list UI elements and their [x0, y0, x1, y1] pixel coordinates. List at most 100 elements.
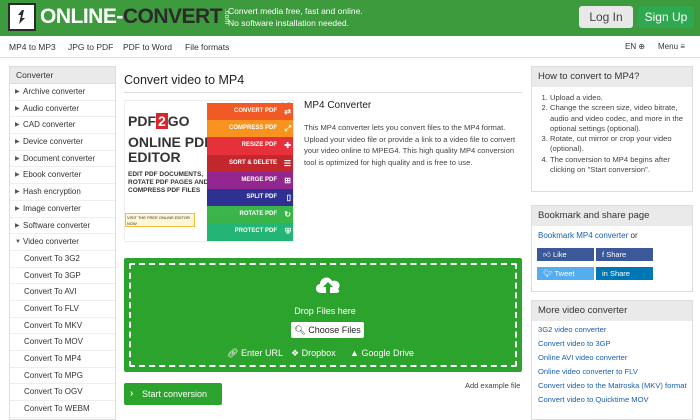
- shield-icon: ⛨: [285, 227, 291, 237]
- top-nav: MP4 to MP3 JPG to PDF PDF to Word File f…: [0, 36, 700, 58]
- nav-link-file-formats[interactable]: File formats: [185, 42, 229, 52]
- how-to-title: How to convert to MP4?: [532, 67, 692, 87]
- sidebar-item-software[interactable]: ▶ Software converter: [10, 218, 115, 235]
- chevron-right-icon: ▶: [15, 122, 20, 129]
- chevron-right-icon: ▶: [15, 189, 20, 196]
- facebook-share-button[interactable]: f Share: [596, 248, 653, 261]
- bookmark-link[interactable]: Bookmark MP4 converter or: [538, 231, 638, 240]
- how-to-steps: Upload a video. Change the screen size, …: [550, 93, 692, 175]
- sidebar-title: Converter: [10, 67, 115, 84]
- sidebar-item-ebook[interactable]: ▶ Ebook converter: [10, 167, 115, 185]
- sort-icon: ☰: [283, 158, 291, 168]
- language-selector[interactable]: EN ⊕: [625, 42, 645, 51]
- more-converter-link[interactable]: Convert video to the Matroska (MKV) form…: [532, 381, 692, 391]
- nav-link-jpg-to-pdf[interactable]: JPG to PDF: [68, 42, 113, 52]
- how-to-step: The conversion to MP4 begins after click…: [550, 155, 688, 176]
- drop-files-text: Drop Files here: [294, 306, 356, 316]
- thumbs-up-icon: 👍︎: [543, 250, 551, 259]
- ad-logo: PDF 2 GO: [128, 113, 190, 129]
- chevron-right-icon: ▶: [15, 139, 20, 146]
- more-converter-link[interactable]: Convert video to 3GP: [532, 339, 692, 349]
- linkedin-share-button[interactable]: in Share: [596, 267, 653, 280]
- chevron-right-icon: ▶: [15, 155, 20, 162]
- sidebar-subitem[interactable]: Convert To MP4: [10, 351, 115, 368]
- ad-row-merge: MERGE PDF ⊞: [207, 171, 293, 189]
- login-button[interactable]: Log In: [579, 6, 633, 28]
- converter-title: MP4 Converter: [304, 100, 372, 111]
- more-converters-title: More video converter: [532, 301, 692, 321]
- add-example-file-link[interactable]: Add example file: [465, 381, 520, 390]
- ad-headline: ONLINE PDF EDITOR: [128, 134, 213, 165]
- facebook-like-button[interactable]: 👍︎ Like: [537, 248, 594, 261]
- compress-icon: ⤢: [284, 124, 291, 134]
- chevron-right-icon: ▶: [15, 205, 20, 212]
- sidebar-subitem[interactable]: Convert To OGV: [10, 384, 115, 402]
- sidebar-item-audio[interactable]: ▶ Audio converter: [10, 101, 115, 118]
- sidebar-subitem[interactable]: Convert To MPG: [10, 368, 115, 385]
- split-icon: ▯: [286, 192, 291, 202]
- sidebar-item-video[interactable]: ▼ Video converter: [10, 234, 115, 251]
- link-icon: 🔗︎: [227, 348, 239, 358]
- menu-button[interactable]: Menu ≡: [658, 42, 685, 51]
- chevron-right-icon: ›: [130, 388, 134, 399]
- site-logo[interactable]: ONLINE-CONVERT .com: [8, 3, 230, 31]
- more-converter-link[interactable]: 3G2 video converter: [532, 325, 692, 335]
- ad-row-sort: SORT & DELETE ☰: [207, 154, 293, 172]
- signup-button[interactable]: Sign Up: [638, 6, 694, 28]
- bookmark-title: Bookmark and share page: [532, 206, 692, 226]
- start-conversion-button[interactable]: › Start conversion: [124, 383, 222, 405]
- nav-link-pdf-to-word[interactable]: PDF to Word: [123, 42, 172, 52]
- ad-row-split: SPLIT PDF ▯: [207, 188, 293, 207]
- enter-url-button[interactable]: 🔗︎ Enter URL: [227, 348, 283, 359]
- sidebar-item-document[interactable]: ▶ Document converter: [10, 151, 115, 168]
- ad-row-protect: PROTECT PDF ⛨: [207, 223, 293, 241]
- file-drop-zone[interactable]: Drop Files here 🔍︎ Choose Files 🔗︎ Enter…: [124, 258, 522, 372]
- google-drive-icon: ▲: [350, 348, 359, 358]
- choose-files-button[interactable]: 🔍︎ Choose Files: [291, 322, 364, 338]
- converter-description: This MP4 converter lets you convert file…: [304, 123, 516, 167]
- sidebar-item-archive[interactable]: ▶ Archive converter: [10, 84, 115, 101]
- dropbox-icon: ❖: [291, 348, 300, 358]
- ad-row-convert: CONVERT PDF ⇄: [207, 103, 293, 121]
- sidebar-subitem[interactable]: Convert To AVI: [10, 284, 115, 301]
- sidebar-item-device[interactable]: ▶ Device converter: [10, 134, 115, 151]
- search-icon: 🔍︎: [294, 325, 309, 335]
- bookmark-panel: Bookmark and share page Bookmark MP4 con…: [531, 205, 693, 292]
- sidebar-subitem[interactable]: Convert To 3G2: [10, 251, 115, 268]
- ad-left: PDF 2 GO ONLINE PDF EDITOR EDIT PDF DOCUME…: [128, 113, 218, 195]
- sidebar-subitem[interactable]: Convert To FLV: [10, 301, 115, 318]
- sidebar-item-image[interactable]: ▶ Image converter: [10, 201, 115, 218]
- sidebar-item-cad[interactable]: ▶ CAD converter: [10, 117, 115, 135]
- dropbox-button[interactable]: ❖ Dropbox: [291, 348, 336, 359]
- logo-text: ONLINE-CONVERT: [40, 5, 223, 28]
- more-converter-link[interactable]: Online video converter to FLV: [532, 367, 692, 377]
- tweet-button[interactable]: 🐦︎ Tweet: [537, 267, 594, 280]
- how-to-step: Rotate, cut mirror or crop your video (o…: [550, 134, 688, 155]
- twitter-icon: 🐦︎: [543, 269, 553, 278]
- cloud-upload-icon: [315, 277, 340, 293]
- sidebar-subitem[interactable]: Convert To MOV: [10, 334, 115, 351]
- tagline: Convert media free, fast and online. No …: [228, 6, 363, 28]
- drop-zone-border: Drop Files here 🔍︎ Choose Files 🔗︎ Enter…: [129, 263, 517, 367]
- pdf2go-advertisement[interactable]: ▷ ✕ PDF2GO ONLINE PDF EDITOR EDIT PDF DO…: [124, 100, 294, 242]
- facebook-icon: f: [602, 250, 605, 259]
- how-to-panel: How to convert to MP4? Upload a video. C…: [531, 66, 693, 192]
- chevron-right-icon: ▶: [15, 222, 20, 229]
- more-converter-link[interactable]: Online AVI video converter: [532, 353, 692, 363]
- sidebar-subitem[interactable]: Convert To MKV: [10, 318, 115, 335]
- resize-icon: ✚: [284, 141, 291, 151]
- chevron-right-icon: ▶: [15, 89, 20, 95]
- sidebar-subitem[interactable]: Convert To 3GP: [10, 268, 115, 285]
- rotate-icon: ↻: [284, 210, 291, 220]
- google-drive-button[interactable]: ▲ Google Drive: [350, 348, 414, 358]
- sidebar-subitem[interactable]: Convert To WEBM: [10, 401, 115, 418]
- ad-row-compress: COMPRESS PDF ⤢: [207, 120, 293, 138]
- nav-link-mp4-to-mp3[interactable]: MP4 to MP3: [9, 42, 56, 52]
- ad-cta[interactable]: VISIT THE FREE ONLINE EDITOR NOW: [125, 213, 195, 227]
- ad-subline: EDIT PDF DOCUMENTS, ROTATE PDF PAGES AND…: [128, 171, 209, 194]
- top-header: ONLINE-CONVERT .com Convert media free, …: [0, 0, 700, 36]
- how-to-step: Upload a video.: [550, 93, 688, 103]
- logo-icon: [8, 3, 36, 31]
- sidebar-item-hash[interactable]: ▶ Hash encryption: [10, 184, 115, 201]
- more-converter-link[interactable]: Convert video to Quicktime MOV: [532, 395, 692, 405]
